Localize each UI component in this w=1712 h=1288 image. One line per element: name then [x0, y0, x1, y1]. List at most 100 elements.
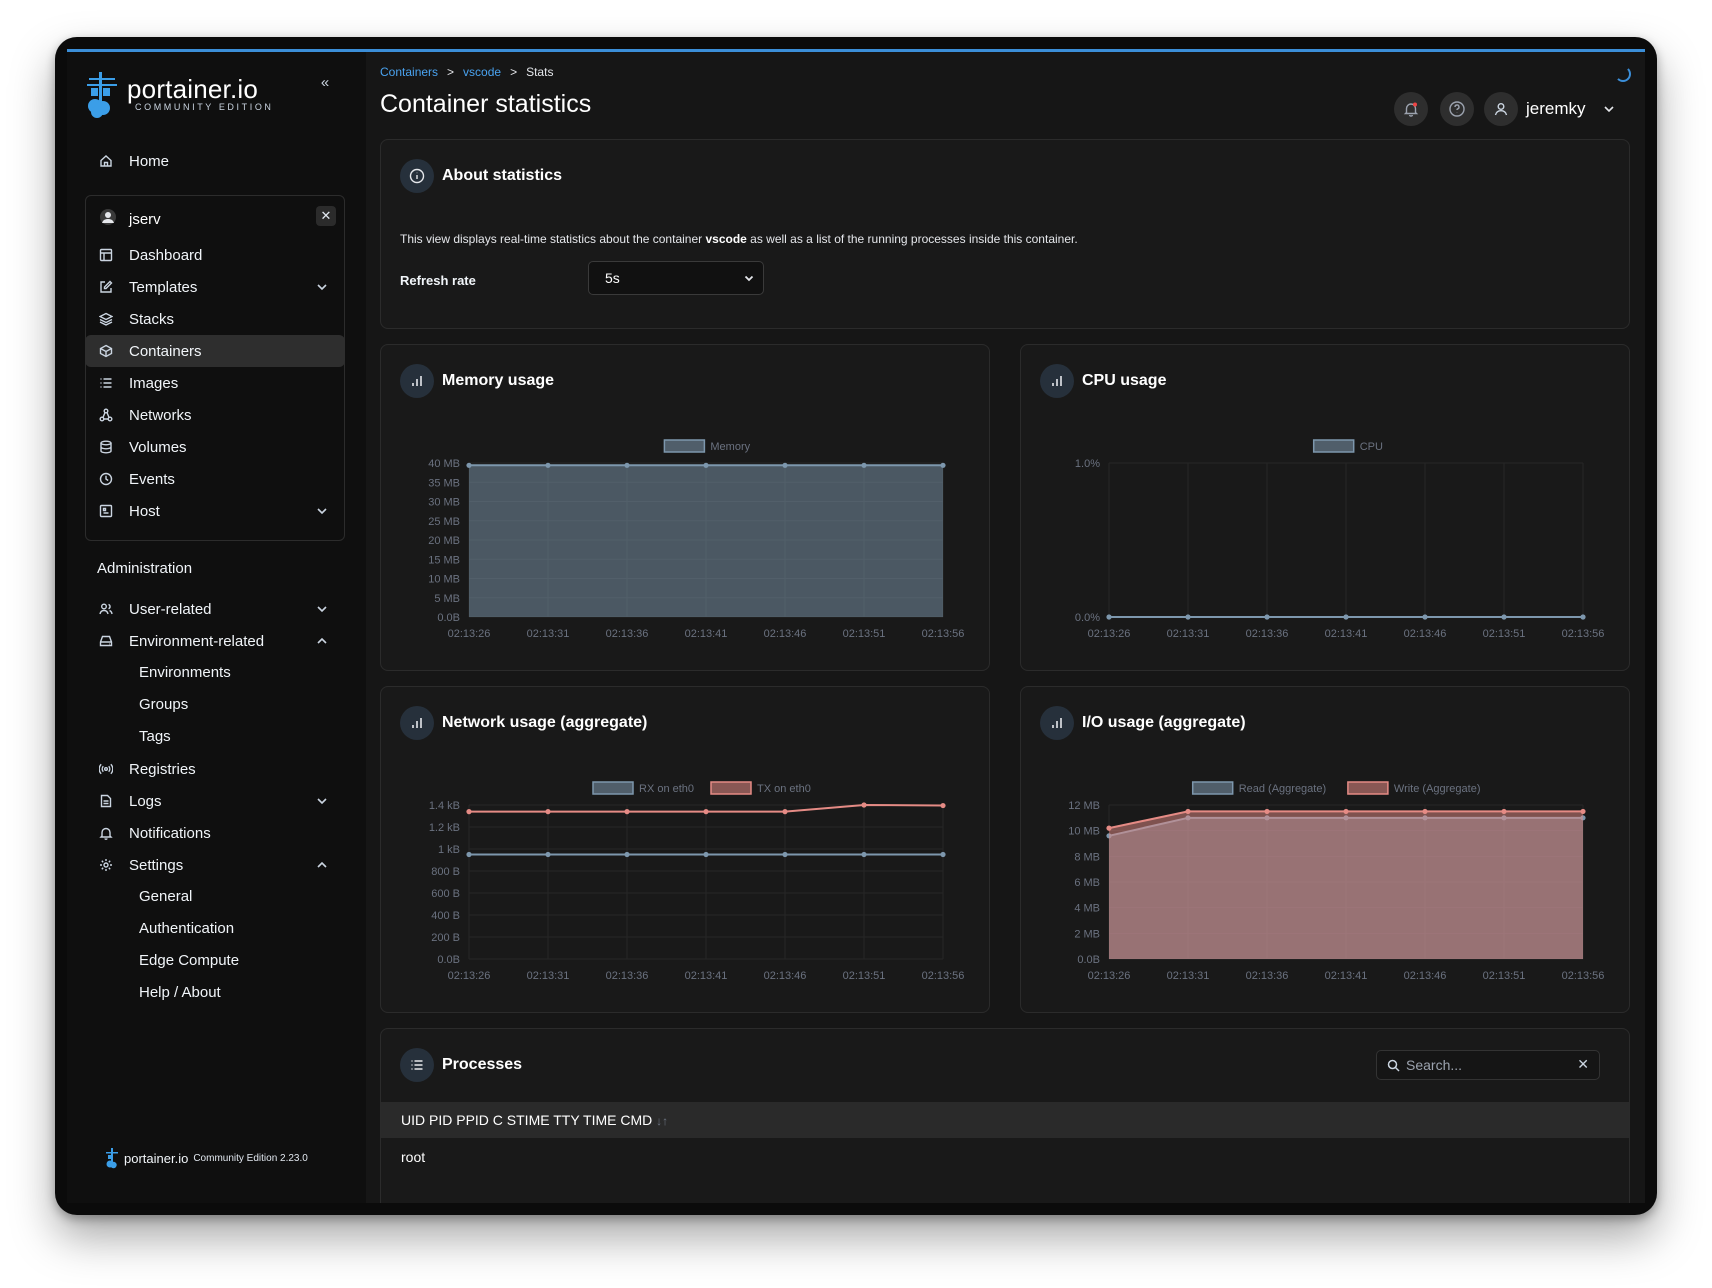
y-tick-label: 6 MB	[1074, 877, 1100, 889]
x-tick-label: 02:13:26	[1088, 970, 1131, 982]
x-tick-label: 02:13:41	[685, 628, 728, 640]
y-tick-label: 1.0%	[1075, 458, 1100, 470]
data-point	[624, 462, 630, 468]
sidebar-item-label: Networks	[129, 406, 192, 424]
breadcrumb-containers[interactable]: Containers	[380, 65, 438, 79]
sidebar-item-label: Environment-related	[129, 632, 265, 650]
sidebar-item-templates[interactable]: Templates	[85, 271, 345, 303]
collapse-sidebar-button[interactable]: «	[314, 72, 336, 94]
users-icon	[97, 600, 115, 618]
sidebar-item-host[interactable]: Host	[85, 495, 345, 527]
sidebar-item-user-related[interactable]: User-related	[85, 593, 345, 625]
x-tick-label: 02:13:51	[1483, 628, 1526, 640]
sidebar-item-dashboard[interactable]: Dashboard	[85, 239, 345, 271]
series-area	[1109, 811, 1583, 959]
about-text-before: This view displays real-time statistics …	[400, 232, 706, 246]
cpu-usage-chart: 0.0% 1.0% 02:13:26 02:13:31 02:13:36 02:13:41…	[1075, 439, 1604, 640]
process-columns: UID PID PPID C STIME TTY TIME CMD	[401, 1112, 653, 1128]
sidebar-item-images[interactable]: Images	[85, 367, 345, 399]
y-tick-label: 35 MB	[428, 477, 460, 489]
sidebar-item-volumes[interactable]: Volumes	[85, 431, 345, 463]
clear-search-icon[interactable]: ✕	[1577, 1056, 1589, 1073]
x-tick-label: 02:13:56	[1562, 970, 1605, 982]
chevron-down-icon[interactable]	[315, 602, 329, 616]
x-tick-label: 02:13:36	[606, 970, 649, 982]
y-tick-label: 12 MB	[1068, 800, 1100, 812]
user-menu[interactable]: jeremky	[1484, 92, 1616, 126]
sidebar-item-help-about[interactable]: Help / About	[139, 977, 221, 1009]
io-usage-chart: 0.0B 2 MB 4 MB 6 MB 8 MB 10 MB 12 MB 02:13:26 02…	[1068, 781, 1605, 982]
legend-swatch	[710, 781, 752, 795]
panel-header: Processes	[400, 1048, 522, 1082]
chevron-up-icon[interactable]	[315, 634, 329, 648]
x-tick-label: 02:13:46	[764, 970, 807, 982]
sidebar-item-authentication[interactable]: Authentication	[139, 913, 234, 945]
x-tick-label: 02:13:51	[1483, 970, 1526, 982]
sidebar-item-events[interactable]: Events	[85, 463, 345, 495]
list-icon	[97, 374, 115, 392]
y-tick-label: 10 MB	[428, 574, 460, 586]
legend-label: CPU	[1360, 441, 1383, 453]
sidebar-item-label: Home	[129, 152, 170, 170]
chevron-up-icon[interactable]	[315, 858, 329, 872]
sidebar-item-registries[interactable]: Registries	[85, 753, 345, 785]
edit-icon	[97, 278, 115, 296]
sidebar-item-tags[interactable]: Tags	[139, 721, 171, 753]
chevron-down-icon[interactable]	[315, 280, 329, 294]
about-description: This view displays real-time statistics …	[400, 232, 1078, 246]
y-tick-label: 30 MB	[428, 497, 460, 509]
breadcrumb-vscode[interactable]: vscode	[463, 65, 501, 79]
sidebar-item-logs[interactable]: Logs	[85, 785, 345, 817]
series-area	[469, 465, 943, 617]
data-point	[1343, 808, 1349, 815]
clock-icon	[97, 470, 115, 488]
chevron-down-icon[interactable]	[315, 504, 329, 518]
data-point	[782, 462, 788, 468]
sidebar-item-environments[interactable]: Environments	[139, 657, 231, 689]
y-tick-label: 0.0B	[437, 612, 460, 624]
sidebar-item-settings[interactable]: Settings	[85, 849, 345, 881]
process-table-header[interactable]: UID PID PPID C STIME TTY TIME CMD ↓↑	[381, 1102, 1629, 1138]
sidebar-item-environment-related[interactable]: Environment-related	[85, 625, 345, 657]
data-point	[1185, 808, 1191, 815]
data-point	[1264, 808, 1270, 815]
sidebar-item-notifications[interactable]: Notifications	[85, 817, 345, 849]
y-tick-label: 400 B	[431, 910, 460, 922]
about-statistics-panel: About statistics This view displays real…	[380, 139, 1630, 329]
network-usage-panel: Network usage (aggregate) 0.0B 200 B 400 B…	[380, 686, 990, 1013]
sort-icon[interactable]: ↓↑	[656, 1114, 668, 1128]
app-window: portainer.io COMMUNITY EDITION « Home js…	[55, 37, 1657, 1215]
close-environment-button[interactable]: ✕	[316, 206, 336, 226]
chevron-down-icon	[1603, 106, 1614, 113]
sidebar-item-label: Events	[129, 470, 175, 488]
refresh-rate-select[interactable]: 5s	[588, 261, 764, 295]
sidebar-item-stacks[interactable]: Stacks	[85, 303, 345, 335]
breadcrumb-separator: >	[447, 65, 455, 79]
search-icon	[1387, 1059, 1400, 1072]
sidebar-item-home[interactable]: Home	[85, 145, 345, 177]
data-point	[861, 802, 867, 808]
portainer-logo[interactable]: portainer.io COMMUNITY EDITION	[85, 70, 274, 118]
server-icon	[97, 502, 115, 520]
sidebar-item-edge-compute[interactable]: Edge Compute	[139, 945, 239, 977]
legend-label: Write (Aggregate)	[1394, 783, 1481, 795]
main-content: Containers > vscode > Stats Container st…	[366, 52, 1645, 1203]
process-search-field[interactable]: Search... ✕	[1376, 1050, 1600, 1080]
layers-icon	[97, 310, 115, 328]
sidebar-item-label: Templates	[129, 278, 198, 296]
y-tick-label: 800 B	[431, 866, 460, 878]
sidebar-item-general[interactable]: General	[139, 881, 192, 913]
x-tick-label: 02:13:26	[1088, 628, 1131, 640]
x-tick-label: 02:13:31	[1167, 628, 1210, 640]
sidebar-item-label: Dashboard	[129, 246, 203, 264]
sidebar-item-networks[interactable]: Networks	[85, 399, 345, 431]
notifications-button[interactable]	[1394, 92, 1428, 126]
sidebar-item-containers[interactable]: Containers	[85, 335, 345, 367]
bell-icon	[97, 824, 115, 842]
y-tick-label: 1.2 kB	[429, 822, 460, 834]
sidebar-item-groups[interactable]: Groups	[139, 689, 188, 721]
chevron-down-icon[interactable]	[315, 794, 329, 808]
search-placeholder: Search...	[1406, 1057, 1463, 1073]
legend-swatch	[663, 439, 706, 453]
help-button[interactable]	[1440, 92, 1474, 126]
